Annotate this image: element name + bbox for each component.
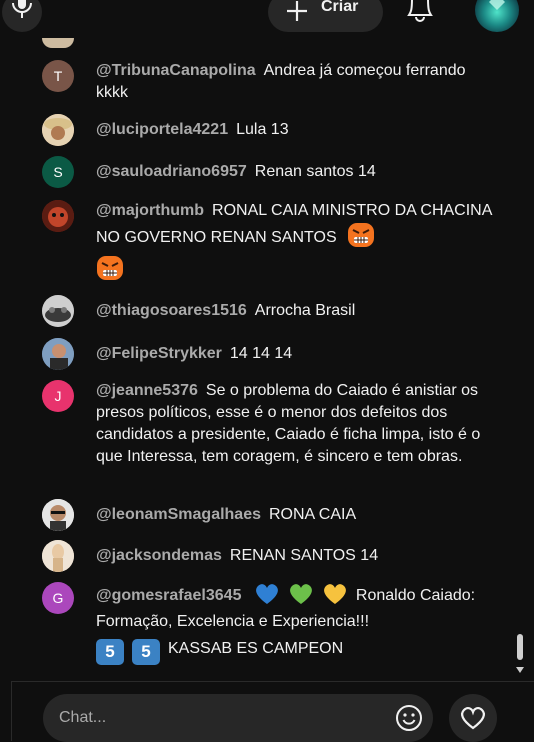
message-author[interactable]: @sauloadriano6957 xyxy=(96,163,247,180)
avatar-image xyxy=(42,499,74,531)
message-text: Arrocha Brasil xyxy=(254,302,356,319)
avatar-image xyxy=(42,540,74,572)
avatar xyxy=(42,540,74,572)
message-text: RENAN SANTOS 14 xyxy=(229,547,379,564)
top-bar: Criar xyxy=(0,0,534,36)
avatar xyxy=(42,338,74,370)
message-body: @luciportela4221 Lula 13 xyxy=(96,119,496,141)
message-text: RONA CAIA xyxy=(269,506,357,523)
bell-icon[interactable] xyxy=(404,0,436,24)
avatar xyxy=(42,38,74,48)
avatar xyxy=(42,200,74,232)
keycap-5-emoji: 5 xyxy=(132,639,160,665)
avatar: J xyxy=(42,380,74,412)
angry-face-emoji xyxy=(348,223,375,247)
message-body: @TribunaCanapolina Andrea já começou ferr… xyxy=(96,60,496,104)
message-body: @jacksondemas RENAN SANTOS 14 xyxy=(96,545,496,567)
message-body: @FelipeStrykker 14 14 14 xyxy=(96,343,496,365)
avatar-image xyxy=(42,338,74,370)
mic-icon xyxy=(12,0,32,18)
message-author[interactable]: @jacksondemas xyxy=(96,547,222,564)
message-author[interactable]: @luciportela4221 xyxy=(96,121,228,138)
profile-avatar[interactable] xyxy=(475,0,519,32)
avatar-image xyxy=(42,295,74,327)
avatar xyxy=(42,499,74,531)
avatar: G xyxy=(42,582,74,614)
message-body: @jeanne5376 Se o problema do Caiado é ani… xyxy=(96,380,496,468)
scroll-down-arrow[interactable] xyxy=(516,667,524,673)
blue-heart-emoji xyxy=(256,584,278,604)
chat-input[interactable] xyxy=(43,694,433,742)
message-body: @majorthumb RONAL CAIA MINISTRO DA CHACIN… xyxy=(96,200,496,282)
scrollbar-thumb[interactable] xyxy=(517,634,523,660)
avatar-image xyxy=(42,200,74,232)
message-body: @gomesrafael3645 Ronaldo Caiado: Formaçã… xyxy=(96,582,496,665)
message-author[interactable]: @gomesrafael3645 xyxy=(96,587,241,604)
create-label: Criar xyxy=(321,0,359,15)
heart-icon xyxy=(461,706,485,730)
message-text: KASSAB ES CAMPEON xyxy=(168,640,344,657)
keycap-5-emoji: 5 xyxy=(96,639,124,665)
like-button[interactable] xyxy=(449,694,497,742)
message-author[interactable]: @majorthumb xyxy=(96,202,204,219)
diamond-icon xyxy=(489,0,505,10)
message-author[interactable]: @thiagosoares1516 xyxy=(96,302,247,319)
message-body: @leonamSmagalhaes RONA CAIA xyxy=(96,504,496,526)
avatar: T xyxy=(42,60,74,92)
yellow-heart-emoji xyxy=(324,584,346,604)
message-body: @sauloadriano6957 Renan santos 14 xyxy=(96,161,496,183)
avatar xyxy=(42,295,74,327)
create-button[interactable]: Criar xyxy=(268,0,383,32)
message-author[interactable]: @leonamSmagalhaes xyxy=(96,506,261,523)
avatar: S xyxy=(42,156,74,188)
message-body: @thiagosoares1516 Arrocha Brasil xyxy=(96,300,496,322)
input-divider xyxy=(11,681,534,682)
message-author[interactable]: @jeanne5376 xyxy=(96,382,198,399)
message-text: 14 14 14 xyxy=(229,345,293,362)
avatar-image xyxy=(42,114,74,146)
chat-panel: T @TribunaCanapolina Andrea já começou fe… xyxy=(11,36,534,681)
message-author[interactable]: @TribunaCanapolina xyxy=(96,62,256,79)
message-author[interactable]: @FelipeStrykker xyxy=(96,345,222,362)
message-text: Lula 13 xyxy=(236,121,289,138)
green-heart-emoji xyxy=(290,584,312,604)
voice-search-button[interactable] xyxy=(2,0,42,32)
message-text: Renan santos 14 xyxy=(254,163,376,180)
angry-face-emoji xyxy=(97,256,123,280)
smiley-icon[interactable] xyxy=(394,703,424,733)
avatar xyxy=(42,114,74,146)
plus-icon xyxy=(287,1,307,21)
